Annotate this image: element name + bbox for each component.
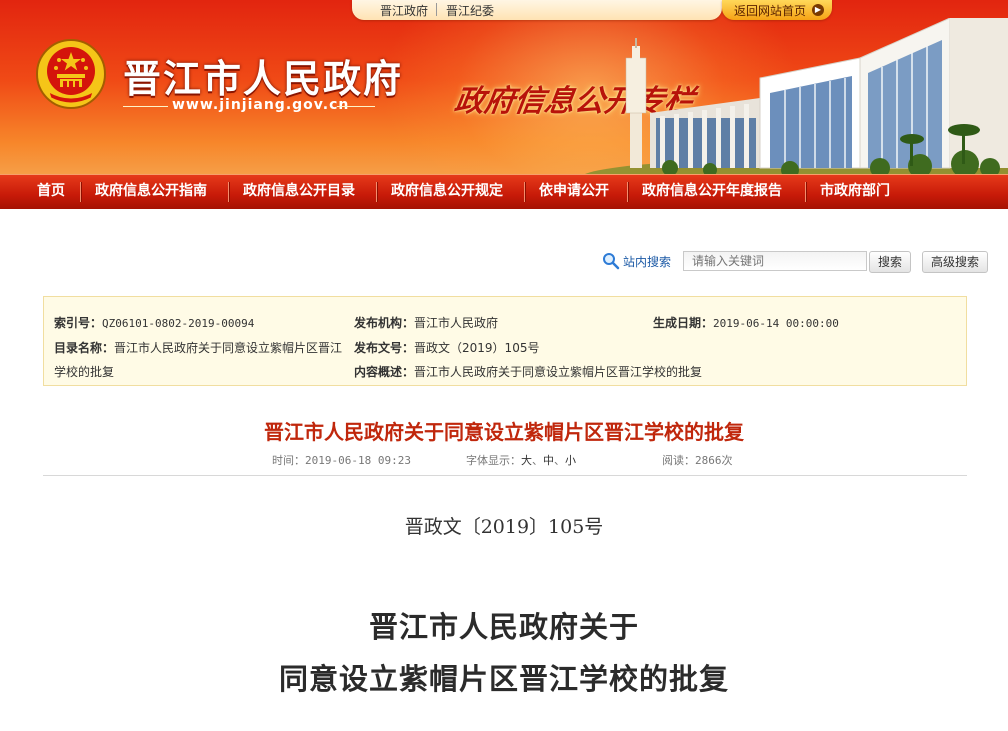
- font-size-switcher: 字体显示：大、中、小: [466, 452, 576, 468]
- catalog-name-value-cont: 学校的批复: [54, 365, 115, 379]
- font-size-large[interactable]: 大: [521, 454, 532, 467]
- article-divider: [43, 475, 967, 476]
- url-rule-right: [337, 106, 375, 107]
- nav-divider: [228, 182, 229, 202]
- nav-divider: [805, 182, 806, 202]
- article-title: 晋江市人民政府关于同意设立紫帽片区晋江学校的批复: [264, 420, 744, 444]
- read-count-label: 阅读：: [662, 454, 695, 467]
- summary-field: 内容概述：晋江市人民政府关于同意设立紫帽片区晋江学校的批复: [354, 363, 702, 380]
- nav-divider: [376, 182, 377, 202]
- publish-time: 时间：2019-06-18 09:23: [272, 452, 411, 468]
- font-size-label: 字体显示：: [466, 454, 521, 467]
- chevron-right-icon: ▶: [812, 4, 824, 16]
- generated-date-field: 生成日期：2019-06-14 00:00:00: [653, 314, 839, 331]
- publish-time-label: 时间：: [272, 454, 305, 467]
- font-size-separator: 、: [532, 454, 543, 467]
- document-number-label: 发布文号：: [354, 341, 415, 355]
- top-links-divider: [436, 3, 437, 16]
- return-home-label: 返回网站首页: [734, 4, 807, 18]
- document-title-line-1: 晋江市人民政府关于: [368, 610, 639, 644]
- search-input[interactable]: [683, 251, 867, 271]
- index-number-field: 索引号：QZ06101-0802-2019-00094: [54, 314, 254, 331]
- nav-item-home[interactable]: 首页: [37, 175, 65, 209]
- government-building-illustration: [580, 18, 1008, 178]
- link-jinjiang-discipline[interactable]: 晋江纪委: [446, 2, 494, 19]
- main-nav: 首页 政府信息公开指南 政府信息公开目录 政府信息公开规定 依申请公开 政府信息…: [0, 174, 1008, 209]
- national-emblem-logo: [36, 39, 106, 109]
- site-search-label[interactable]: 站内搜索: [623, 253, 671, 270]
- index-number-value: QZ06101-0802-2019-00094: [102, 317, 255, 330]
- nav-item-annual-report[interactable]: 政府信息公开年度报告: [642, 175, 782, 209]
- font-size-medium[interactable]: 中: [543, 454, 554, 467]
- index-number-label: 索引号：: [54, 316, 103, 330]
- catalog-name-label: 目录名称：: [54, 341, 115, 355]
- publisher-value: 晋江市人民政府: [414, 316, 499, 330]
- summary-value: 晋江市人民政府关于同意设立紫帽片区晋江学校的批复: [414, 365, 703, 379]
- read-count: 阅读：2866次: [662, 452, 733, 468]
- link-jinjiang-gov[interactable]: 晋江政府: [380, 2, 428, 19]
- read-count-value: 2866次: [695, 454, 733, 467]
- site-url: www.jinjiang.gov.cn: [172, 97, 350, 113]
- advanced-search-button[interactable]: 高级搜索: [922, 251, 988, 273]
- generated-date-value: 2019-06-14 00:00:00: [713, 317, 839, 330]
- document-number-field: 发布文号：晋政文（2019）105号: [354, 339, 539, 356]
- publisher-label: 发布机构：: [354, 316, 415, 330]
- nav-item-request-disclosure[interactable]: 依申请公开: [539, 175, 609, 209]
- search-button[interactable]: 搜索: [869, 251, 911, 273]
- document-number-value: 晋政文（2019）105号: [414, 341, 540, 355]
- nav-divider: [80, 182, 81, 202]
- generated-date-label: 生成日期：: [653, 316, 714, 330]
- font-size-separator: 、: [554, 454, 565, 467]
- url-rule-left: [123, 106, 168, 107]
- font-size-small[interactable]: 小: [565, 454, 576, 467]
- nav-divider: [524, 182, 525, 202]
- nav-divider: [627, 182, 628, 202]
- publisher-field: 发布机构：晋江市人民政府: [354, 314, 498, 331]
- site-banner: 晋江政府 晋江纪委 返回网站首页 ▶ 晋江市人民政府 www.jinjiang.…: [0, 0, 1008, 178]
- document-number: 晋政文〔2019〕105号: [404, 516, 604, 538]
- return-home-button[interactable]: 返回网站首页 ▶: [722, 0, 832, 20]
- search-icon: [603, 253, 620, 270]
- nav-item-city-departments[interactable]: 市政府部门: [820, 175, 890, 209]
- nav-item-disclosure-guide[interactable]: 政府信息公开指南: [95, 175, 207, 209]
- catalog-name-value: 晋江市人民政府关于同意设立紫帽片区晋江: [114, 341, 343, 355]
- site-title: 晋江市人民政府: [123, 56, 404, 101]
- document-title-line-2: 同意设立紫帽片区晋江学校的批复: [278, 662, 729, 696]
- nav-item-disclosure-catalog[interactable]: 政府信息公开目录: [243, 175, 355, 209]
- publish-time-value: 2019-06-18 09:23: [305, 454, 411, 467]
- summary-label: 内容概述：: [354, 365, 415, 379]
- catalog-name-field: 目录名称：晋江市人民政府关于同意设立紫帽片区晋江: [54, 339, 342, 356]
- nav-item-disclosure-rules[interactable]: 政府信息公开规定: [391, 175, 503, 209]
